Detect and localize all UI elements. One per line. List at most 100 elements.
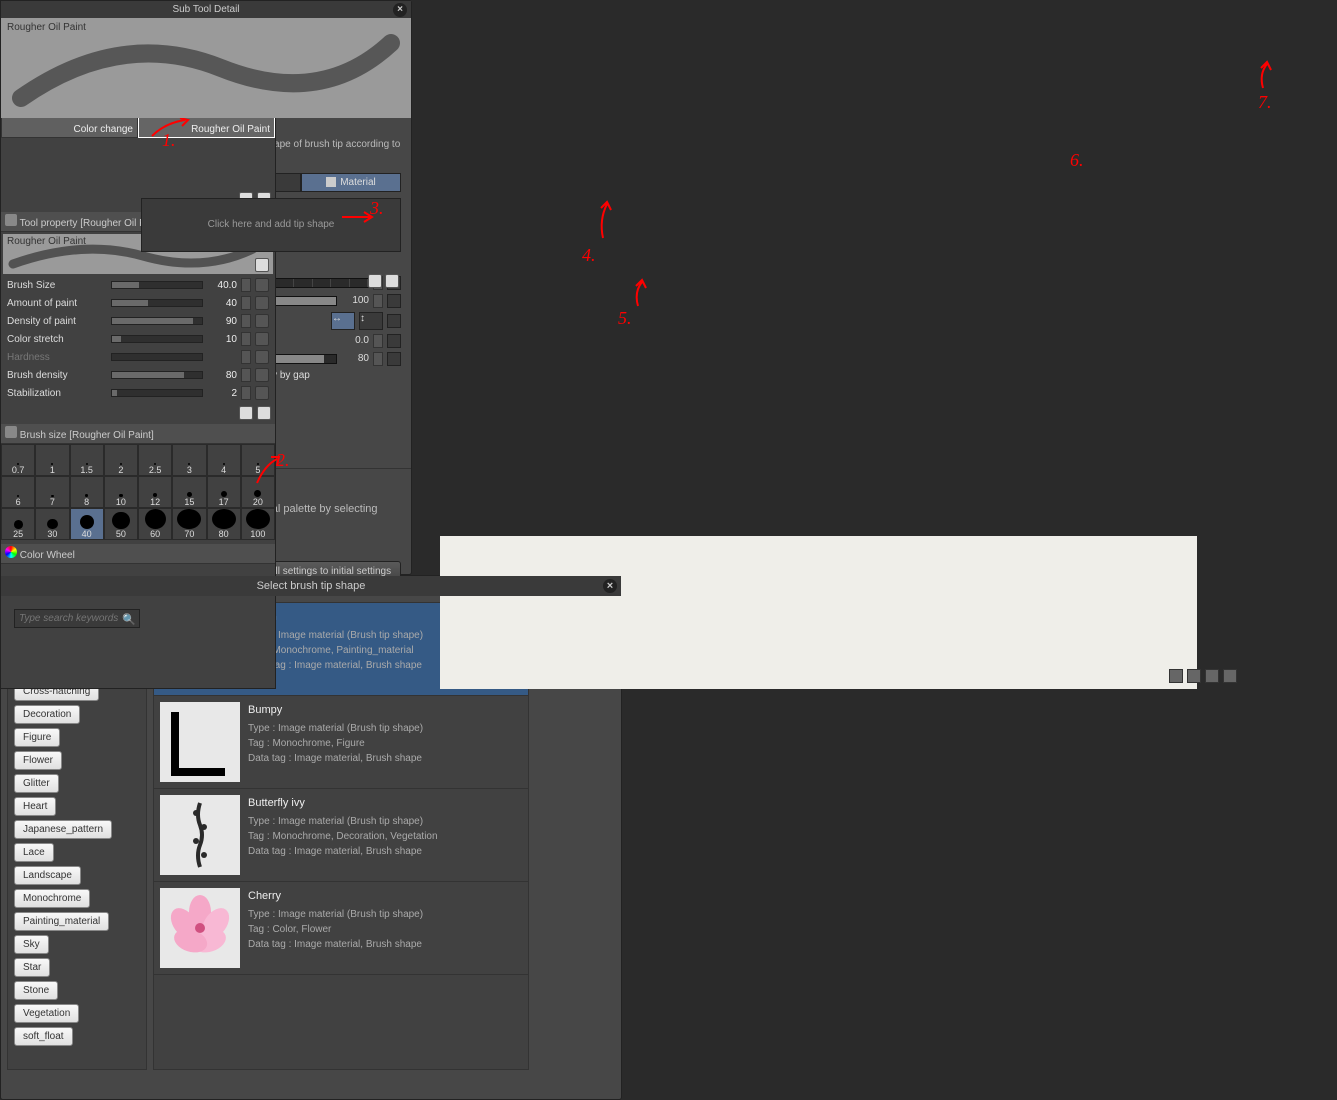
close-icon[interactable]: × bbox=[603, 579, 617, 593]
tag-glitter[interactable]: Glitter bbox=[14, 774, 59, 793]
brush-size-8[interactable]: 8 bbox=[70, 476, 104, 508]
stepper-icon[interactable] bbox=[241, 332, 251, 346]
tag-sky[interactable]: Sky bbox=[14, 935, 49, 954]
view-grid-icon[interactable] bbox=[1205, 669, 1219, 683]
tag-figure[interactable]: Figure bbox=[14, 728, 60, 747]
add-tip-icon[interactable] bbox=[368, 274, 382, 288]
dynamics-icon[interactable] bbox=[387, 294, 401, 308]
size-label: 8 bbox=[84, 497, 89, 507]
brush-size-80[interactable]: 80 bbox=[207, 508, 241, 540]
tag-monochrome[interactable]: Monochrome bbox=[14, 889, 90, 908]
stepper-icon[interactable] bbox=[241, 314, 251, 328]
prop-slider[interactable] bbox=[111, 371, 203, 379]
dynamics-icon[interactable] bbox=[255, 296, 269, 310]
tag-star[interactable]: Star bbox=[14, 958, 50, 977]
dynamics-icon[interactable] bbox=[387, 334, 401, 348]
close-icon[interactable]: × bbox=[393, 3, 407, 17]
brush-size-20[interactable]: 20 bbox=[241, 476, 275, 508]
view-check-icon[interactable] bbox=[1169, 669, 1183, 683]
size-label: 10 bbox=[116, 497, 126, 507]
prop-value: 90 bbox=[207, 316, 237, 327]
annotation-4: 4. bbox=[582, 245, 596, 266]
stepper-icon[interactable] bbox=[241, 386, 251, 400]
canvas-background bbox=[440, 536, 1197, 689]
stepper-icon[interactable] bbox=[373, 334, 383, 348]
prop-slider[interactable] bbox=[111, 299, 203, 307]
dynamics-icon[interactable] bbox=[255, 314, 269, 328]
dynamics-icon[interactable] bbox=[255, 332, 269, 346]
result-bumpy[interactable]: Bumpy Type : Image material (Brush tip s… bbox=[154, 696, 528, 789]
prop-slider[interactable] bbox=[111, 389, 203, 397]
dialog-title-bar[interactable]: Select brush tip shape × bbox=[1, 576, 621, 596]
prop-slider[interactable] bbox=[111, 353, 203, 361]
prop-row-brush-density: Brush density 80 bbox=[1, 366, 275, 384]
brush-size-17[interactable]: 17 bbox=[207, 476, 241, 508]
annotation-5: 5. bbox=[618, 308, 632, 329]
brush-size-0.7[interactable]: 0.7 bbox=[1, 444, 35, 476]
direction-vertical[interactable]: ↕ bbox=[359, 312, 383, 330]
brush-size-15[interactable]: 15 bbox=[172, 476, 206, 508]
dynamics-icon[interactable] bbox=[255, 386, 269, 400]
tag-vegetation[interactable]: Vegetation bbox=[14, 1004, 79, 1023]
stepper-icon[interactable] bbox=[373, 352, 383, 366]
brush-size-40[interactable]: 40 bbox=[70, 508, 104, 540]
brush-size-6[interactable]: 6 bbox=[1, 476, 35, 508]
size-label: 1 bbox=[50, 465, 55, 475]
search-input[interactable] bbox=[14, 609, 140, 628]
brush-size-7[interactable]: 7 bbox=[35, 476, 69, 508]
dynamics-icon[interactable] bbox=[255, 350, 269, 364]
view-list-icon[interactable] bbox=[1223, 669, 1237, 683]
brush-size-30[interactable]: 30 bbox=[35, 508, 69, 540]
result-butterfly-ivy[interactable]: Butterfly ivy Type : Image material (Bru… bbox=[154, 789, 528, 882]
brush-size-2.5[interactable]: 2.5 bbox=[138, 444, 172, 476]
magnifier-icon[interactable] bbox=[255, 258, 269, 272]
brush-size-5[interactable]: 5 bbox=[241, 444, 275, 476]
tip-shape-slot[interactable]: Click here and add tip shape bbox=[141, 198, 401, 252]
brush-size-25[interactable]: 25 bbox=[1, 508, 35, 540]
dynamics-icon[interactable] bbox=[387, 352, 401, 366]
brush-size-2[interactable]: 2 bbox=[104, 444, 138, 476]
stepper-icon[interactable] bbox=[241, 350, 251, 364]
stepper-icon[interactable] bbox=[373, 294, 383, 308]
tag-landscape[interactable]: Landscape bbox=[14, 866, 81, 885]
tag-lace[interactable]: Lace bbox=[14, 843, 54, 862]
size-label: 40 bbox=[82, 529, 92, 539]
tag-japanese_pattern[interactable]: Japanese_pattern bbox=[14, 820, 112, 839]
brush-size-70[interactable]: 70 bbox=[172, 508, 206, 540]
brush-size-10[interactable]: 10 bbox=[104, 476, 138, 508]
brush-size-3[interactable]: 3 bbox=[172, 444, 206, 476]
brush-size-100[interactable]: 100 bbox=[241, 508, 275, 540]
thickness-slider[interactable] bbox=[275, 296, 337, 306]
tip-shape-material[interactable]: Material bbox=[301, 173, 401, 192]
reset-icon[interactable] bbox=[239, 406, 253, 420]
brush-size-1.5[interactable]: 1.5 bbox=[70, 444, 104, 476]
direction-horizontal[interactable]: ↔ bbox=[331, 312, 355, 330]
annotation-6: 6. bbox=[1070, 150, 1084, 171]
size-label: 2 bbox=[118, 465, 123, 475]
result-cherry[interactable]: Cherry Type : Image material (Brush tip … bbox=[154, 882, 528, 975]
brush-size-12[interactable]: 12 bbox=[138, 476, 172, 508]
prop-value: 40 bbox=[207, 298, 237, 309]
view-grid-small-icon[interactable] bbox=[1187, 669, 1201, 683]
stepper-icon[interactable] bbox=[241, 368, 251, 382]
prop-slider[interactable] bbox=[111, 335, 203, 343]
tag-decoration[interactable]: Decoration bbox=[14, 705, 80, 724]
tag-flower[interactable]: Flower bbox=[14, 751, 62, 770]
delete-tip-icon[interactable] bbox=[385, 274, 399, 288]
prop-slider[interactable] bbox=[111, 317, 203, 325]
prop-label: Amount of paint bbox=[7, 298, 107, 309]
brush-size-50[interactable]: 50 bbox=[104, 508, 138, 540]
dynamics-icon[interactable] bbox=[255, 368, 269, 382]
wrench-icon[interactable] bbox=[257, 406, 271, 420]
dynamics-icon[interactable] bbox=[387, 314, 401, 328]
stepper-icon[interactable] bbox=[241, 296, 251, 310]
dialog-title-bar[interactable]: Sub Tool Detail × bbox=[1, 1, 411, 18]
tag-soft_float[interactable]: soft_float bbox=[14, 1027, 73, 1046]
tag-painting_material[interactable]: Painting_material bbox=[14, 912, 109, 931]
tag-heart[interactable]: Heart bbox=[14, 797, 56, 816]
brush-size-4[interactable]: 4 bbox=[207, 444, 241, 476]
brush-density-slider[interactable] bbox=[275, 354, 337, 364]
tag-stone[interactable]: Stone bbox=[14, 981, 58, 1000]
brush-size-60[interactable]: 60 bbox=[138, 508, 172, 540]
brush-size-1[interactable]: 1 bbox=[35, 444, 69, 476]
